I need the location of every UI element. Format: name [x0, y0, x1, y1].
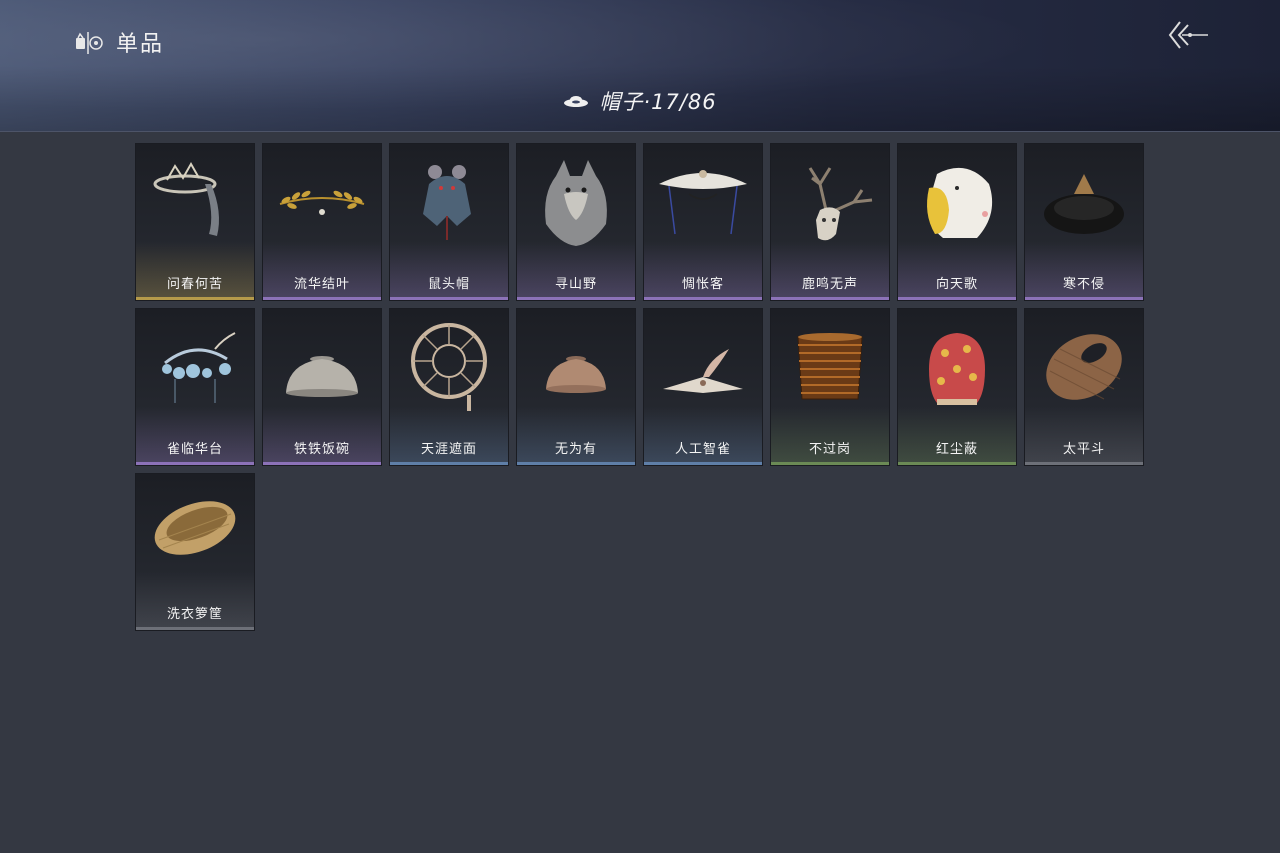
deer-skull-icon [808, 167, 873, 241]
crown-veil-icon [153, 161, 219, 236]
item-card[interactable]: 雀临华台 [136, 309, 254, 465]
category-header: 帽子·17/86 [0, 86, 1280, 116]
rattan-frame-icon [411, 323, 487, 411]
hat-icon [564, 96, 589, 107]
item-card[interactable]: 问春何苦 [136, 144, 254, 300]
red-hood-icon [929, 333, 985, 405]
item-card[interactable]: 太平斗 [1025, 309, 1143, 465]
page-title: 单品 [116, 32, 165, 57]
item-card[interactable]: 天涯遮面 [390, 309, 508, 465]
item-card[interactable]: 鹿鸣无声 [771, 144, 889, 300]
bamboo-hat-icon [1046, 334, 1122, 400]
item-card[interactable]: 无为有 [517, 309, 635, 465]
iron-bowl-icon [286, 356, 358, 397]
top-header: 单品 帽子·17/86 [0, 0, 1280, 132]
item-card[interactable]: 向天歌 [898, 144, 1016, 300]
bowl-stack-icon [797, 333, 863, 400]
item-card[interactable]: 寻山野 [517, 144, 635, 300]
page-title-group: 单品 [74, 26, 164, 58]
wolf-head-icon [545, 160, 607, 246]
clay-bowl-icon [546, 356, 606, 393]
item-card[interactable]: 流华结叶 [263, 144, 381, 300]
item-card[interactable]: 人工智雀 [644, 309, 762, 465]
laurel-wreath-icon [279, 190, 365, 215]
item-card[interactable]: 洗衣箩筐 [136, 474, 254, 630]
rat-hood-icon [423, 165, 471, 240]
veiled-hat-icon [659, 170, 747, 235]
fur-hat-icon [1044, 174, 1124, 234]
item-card[interactable]: 不过岗 [771, 309, 889, 465]
item-grid: 问春何苦 流华结叶 鼠头帽 寻山野 惆怅客 鹿鸣无声 向天歌 寒不侵 雀临华台 … [136, 144, 1144, 630]
goose-hood-icon [927, 167, 993, 238]
flower-headdress-icon [162, 332, 236, 403]
item-card[interactable]: 寒不侵 [1025, 144, 1143, 300]
item-card[interactable]: 鼠头帽 [390, 144, 508, 300]
item-card[interactable]: 惆怅客 [644, 144, 762, 300]
category-label: 帽子·17/86 [599, 90, 717, 114]
wardrobe-icon [76, 32, 103, 54]
wicker-basket-icon [154, 501, 236, 555]
bird-hat-icon [663, 349, 743, 393]
item-card[interactable]: 铁铁饭碗 [263, 309, 381, 465]
back-arrow-icon[interactable] [1166, 18, 1210, 52]
item-card[interactable]: 红尘蔽 [898, 309, 1016, 465]
